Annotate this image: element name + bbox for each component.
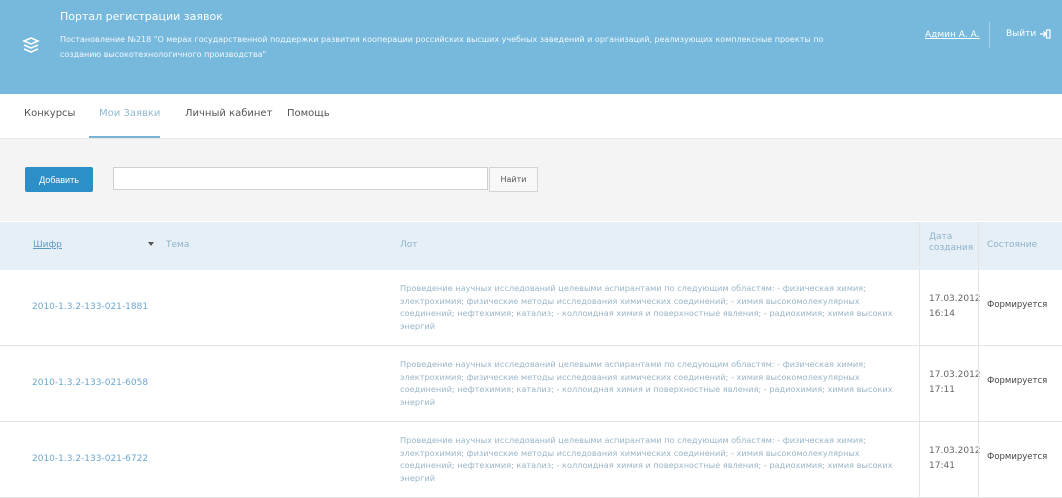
row-date-day: 17.03.2012	[929, 370, 981, 380]
column-divider	[919, 222, 920, 497]
tab-contests[interactable]: Конкурсы	[24, 108, 75, 119]
row-date-time: 17:41	[929, 461, 955, 471]
header-divider	[989, 22, 990, 48]
toolbar: Добавить Найти	[0, 139, 1062, 221]
table-row[interactable]: 2010-1.3.2-133-021-6058 Проведение научн…	[0, 346, 1062, 422]
column-header-status[interactable]: Состояние	[987, 240, 1037, 250]
active-tab-indicator	[89, 136, 160, 138]
column-divider	[978, 222, 979, 497]
row-lot: Проведение научных исследований целевыми…	[400, 359, 893, 407]
row-date: 17.03.2012 16:14	[929, 292, 981, 322]
table-row[interactable]: 2010-1.3.2-133-021-1881 Проведение научн…	[0, 270, 1062, 346]
row-date: 17.03.2012 17:11	[929, 368, 981, 398]
row-date-day: 17.03.2012	[929, 294, 981, 304]
logout-arrow-icon	[1040, 29, 1051, 39]
row-date-time: 16:14	[929, 309, 955, 319]
column-header-topic[interactable]: Тема	[166, 240, 189, 250]
column-header-code[interactable]: Шифр	[33, 240, 62, 250]
search-input[interactable]	[113, 167, 488, 190]
row-code-link[interactable]: 2010-1.3.2-133-021-6058	[32, 378, 148, 388]
user-profile-link[interactable]: Админ А. А.	[925, 30, 980, 40]
row-date-day: 17.03.2012	[929, 446, 981, 456]
table-header: Шифр Тема Лот Дата создания Состояние	[0, 222, 1062, 270]
column-header-created[interactable]: Дата создания	[929, 232, 973, 254]
find-button[interactable]: Найти	[489, 167, 538, 192]
book-stack-icon	[22, 37, 40, 53]
row-lot: Проведение научных исследований целевыми…	[400, 283, 893, 331]
column-header-lot[interactable]: Лот	[400, 240, 418, 250]
table-row[interactable]: 2010-1.3.2-133-021-6722 Проведение научн…	[0, 422, 1062, 498]
row-date: 17.03.2012 17:41	[929, 444, 981, 474]
row-status: Формируется	[987, 452, 1048, 462]
tab-bar: Конкурсы Мои Заявки Личный кабинет Помощ…	[0, 94, 1062, 139]
portal-description: Постановление №218 "О мерах государствен…	[60, 35, 824, 59]
sort-arrow-icon[interactable]	[148, 242, 154, 246]
row-lot: Проведение научных исследований целевыми…	[400, 435, 893, 483]
logout-button[interactable]: Выйти	[1006, 29, 1051, 39]
portal-title: Портал регистрации заявок	[60, 10, 223, 23]
row-code-link[interactable]: 2010-1.3.2-133-021-1881	[32, 302, 148, 312]
tab-personal-account[interactable]: Личный кабинет	[185, 108, 272, 119]
row-code-link[interactable]: 2010-1.3.2-133-021-6722	[32, 454, 148, 464]
add-button[interactable]: Добавить	[25, 167, 93, 192]
tab-my-applications[interactable]: Мои Заявки	[99, 108, 160, 119]
logout-label: Выйти	[1006, 29, 1037, 39]
row-date-time: 17:11	[929, 385, 955, 395]
app-header: Портал регистрации заявок Постановление …	[0, 0, 1062, 94]
row-status: Формируется	[987, 376, 1048, 386]
row-status: Формируется	[987, 300, 1048, 310]
tab-help[interactable]: Помощь	[287, 108, 330, 119]
